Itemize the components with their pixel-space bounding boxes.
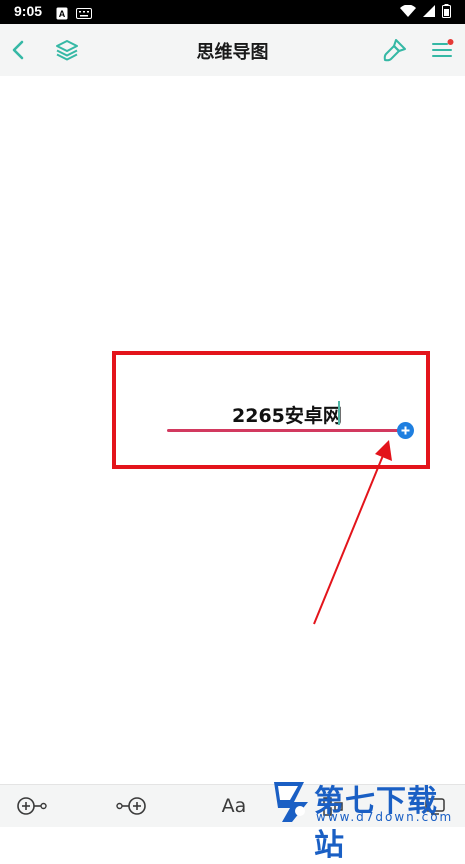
watermark-url: www.d7down.com: [316, 810, 454, 824]
add-sibling-node-icon[interactable]: [14, 791, 48, 821]
plus-icon: [401, 426, 410, 435]
menu-icon[interactable]: [427, 35, 457, 65]
watermark: 第七下载站 www.d7down.com: [270, 776, 465, 863]
battery-icon: [442, 3, 451, 22]
svg-text:A: A: [59, 9, 66, 19]
signal-icon: [422, 3, 436, 22]
app-bar: 思维导图: [0, 24, 465, 76]
mindmap-canvas[interactable]: 2265安卓网: [0, 76, 465, 784]
a-icon: A: [56, 5, 68, 20]
text-style-label: Aa: [221, 795, 247, 817]
text-cursor: [338, 401, 340, 425]
root-node-text[interactable]: 2265安卓网: [232, 401, 342, 428]
add-child-node-icon[interactable]: [115, 791, 149, 821]
status-bar: 9:05 A: [0, 0, 465, 24]
keyboard-icon: [76, 5, 92, 19]
brush-icon[interactable]: [380, 35, 410, 65]
wifi-icon: [400, 3, 416, 22]
status-time: 9:05: [14, 3, 43, 19]
annotation-arrow: [313, 440, 392, 625]
text-style-button[interactable]: Aa: [218, 791, 250, 821]
watermark-logo: [274, 782, 308, 822]
